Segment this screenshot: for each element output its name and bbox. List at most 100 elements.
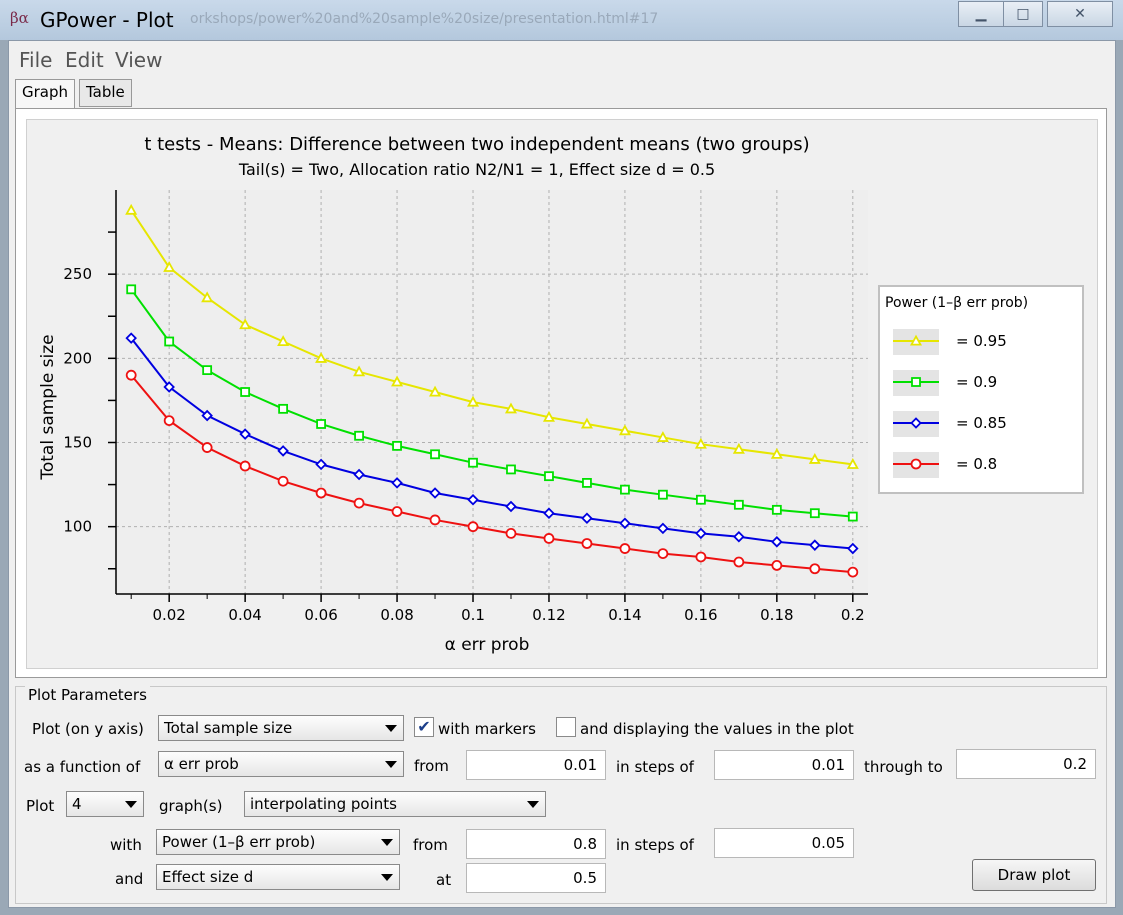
x-axis-label: α err prob xyxy=(445,635,530,655)
menu-view[interactable]: View xyxy=(115,48,162,72)
x-tick-label: 0.18 xyxy=(760,606,793,624)
close-button[interactable]: ✕ xyxy=(1047,1,1113,27)
plot-background xyxy=(116,190,868,594)
legend-entry-label: = 0.95 xyxy=(956,332,1007,350)
and-select-value: Effect size d xyxy=(162,868,254,886)
from-field[interactable] xyxy=(466,750,606,780)
title-bar: βα GPower - Plot orkshops/power%20and%20… xyxy=(0,0,1123,40)
legend-title: Power (1–β err prob) xyxy=(885,295,1028,311)
background-window-title: orkshops/power%20and%20sample%20size/pre… xyxy=(190,11,659,27)
circle-marker xyxy=(391,506,403,517)
with-from-label: from xyxy=(413,836,448,854)
menu-edit[interactable]: Edit xyxy=(65,48,104,72)
chart-subtitle: Tail(s) = Two, Allocation ratio N2/N1 = … xyxy=(238,160,715,179)
square-marker xyxy=(392,440,402,451)
circle-marker xyxy=(847,566,859,578)
y-axis-select[interactable]: Total sample size xyxy=(158,715,404,741)
minimize-button[interactable]: ▁ xyxy=(958,1,1004,27)
square-marker xyxy=(658,489,668,500)
with-label: with xyxy=(110,836,142,854)
menu-bar: File Edit View xyxy=(9,41,1115,75)
square-marker xyxy=(202,365,213,376)
square-marker xyxy=(620,484,630,495)
through-label: through to xyxy=(864,758,943,776)
chevron-down-icon xyxy=(381,874,393,881)
plot-window: File Edit View Graph Table t tests - Mea… xyxy=(8,40,1116,908)
display-values-checkbox[interactable] xyxy=(556,717,576,737)
display-values-label: and displaying the values in the plot xyxy=(580,720,854,738)
chart-svg: t tests - Means: Difference between two … xyxy=(38,134,1084,655)
square-marker xyxy=(733,499,744,510)
square-marker xyxy=(695,494,706,505)
maximize-icon: □ xyxy=(1016,6,1030,22)
tab-table[interactable]: Table xyxy=(79,79,132,107)
close-icon: ✕ xyxy=(1074,6,1086,22)
y-tick-label: 150 xyxy=(63,434,92,452)
with-markers-checkbox[interactable]: ✔ xyxy=(414,717,434,737)
x-tick-label: 0.06 xyxy=(304,606,337,624)
draw-plot-button[interactable]: Draw plot xyxy=(972,859,1096,891)
circle-marker xyxy=(201,442,213,453)
plot-count-select[interactable]: 4 xyxy=(66,791,144,817)
minimize-icon: ▁ xyxy=(975,6,987,22)
square-marker xyxy=(430,449,440,460)
circle-marker xyxy=(125,369,137,381)
x-tick-label: 0.2 xyxy=(841,606,865,624)
square-marker xyxy=(316,419,326,429)
y-axis-label: Total sample size xyxy=(38,334,58,480)
x-tick-label: 0.02 xyxy=(152,606,185,624)
y-tick-label: 200 xyxy=(63,349,92,367)
app-icon: βα xyxy=(10,9,29,27)
with-steps-field[interactable] xyxy=(714,828,854,858)
x-tick-label: 0.08 xyxy=(380,606,413,624)
chevron-down-icon xyxy=(125,801,137,808)
square-marker xyxy=(468,457,478,468)
graph-panel: t tests - Means: Difference between two … xyxy=(15,108,1107,678)
square-marker xyxy=(506,464,516,475)
circle-marker xyxy=(315,487,327,499)
steps-field[interactable] xyxy=(714,750,854,780)
x-tick-label: 0.16 xyxy=(684,606,717,624)
y-axis-select-value: Total sample size xyxy=(164,719,293,737)
with-steps-label: in steps of xyxy=(616,836,694,854)
circle-marker xyxy=(695,551,707,563)
with-select-value: Power (1–β err prob) xyxy=(162,833,316,851)
interpolation-select-value: interpolating points xyxy=(250,795,397,813)
steps-label: in steps of xyxy=(616,758,694,776)
circle-marker xyxy=(771,559,783,571)
plot-parameters-panel: Plot Parameters Plot (on y axis) Total s… xyxy=(15,686,1107,904)
chevron-down-icon xyxy=(385,761,397,768)
at-label: at xyxy=(436,871,452,889)
plot-parameters-title: Plot Parameters xyxy=(25,686,150,704)
circle-marker xyxy=(543,533,555,544)
circle-marker xyxy=(467,521,479,533)
and-label: and xyxy=(115,870,144,888)
circle-marker xyxy=(733,556,745,568)
maximize-button[interactable]: □ xyxy=(1003,1,1043,27)
x-tick-label: 0.1 xyxy=(461,606,485,624)
window-title: GPower - Plot xyxy=(40,8,174,32)
legend-entry-label: = 0.8 xyxy=(956,455,997,473)
with-select[interactable]: Power (1–β err prob) xyxy=(156,829,400,855)
circle-marker xyxy=(657,548,669,560)
square-marker xyxy=(126,284,137,295)
square-marker xyxy=(164,336,175,347)
square-marker xyxy=(240,387,251,397)
with-markers-label: with markers xyxy=(438,720,536,738)
square-marker xyxy=(771,504,782,515)
at-field[interactable] xyxy=(466,863,606,893)
through-field[interactable] xyxy=(956,749,1096,779)
interpolation-select[interactable]: interpolating points xyxy=(244,791,546,817)
square-marker xyxy=(278,403,289,414)
y-tick-label: 250 xyxy=(63,265,92,283)
square-marker xyxy=(354,430,364,441)
x-tick-label: 0.12 xyxy=(532,606,565,624)
function-of-select[interactable]: α err prob xyxy=(158,751,404,777)
and-select[interactable]: Effect size d xyxy=(156,864,400,890)
with-from-field[interactable] xyxy=(466,829,606,859)
legend-entry-label: = 0.85 xyxy=(956,414,1007,432)
menu-file[interactable]: File xyxy=(19,48,52,72)
chart-title: t tests - Means: Difference between two … xyxy=(144,134,809,155)
circle-marker xyxy=(910,458,922,470)
tab-graph[interactable]: Graph xyxy=(15,79,76,109)
